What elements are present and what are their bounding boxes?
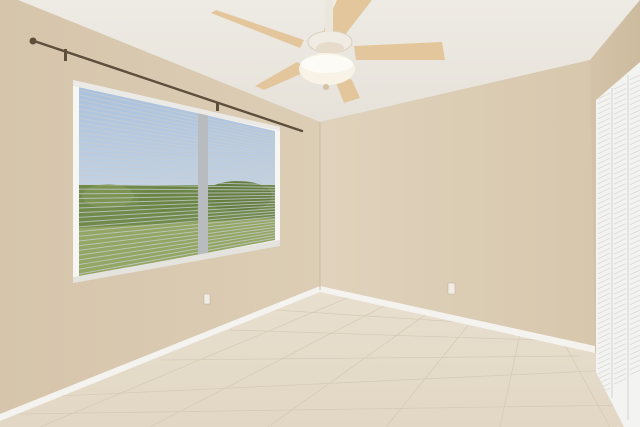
room-illustration bbox=[0, 0, 640, 427]
room-photo bbox=[0, 0, 640, 427]
outlet-left bbox=[203, 293, 211, 305]
outlet-back bbox=[447, 282, 456, 295]
louvered-closet-door bbox=[596, 62, 640, 427]
